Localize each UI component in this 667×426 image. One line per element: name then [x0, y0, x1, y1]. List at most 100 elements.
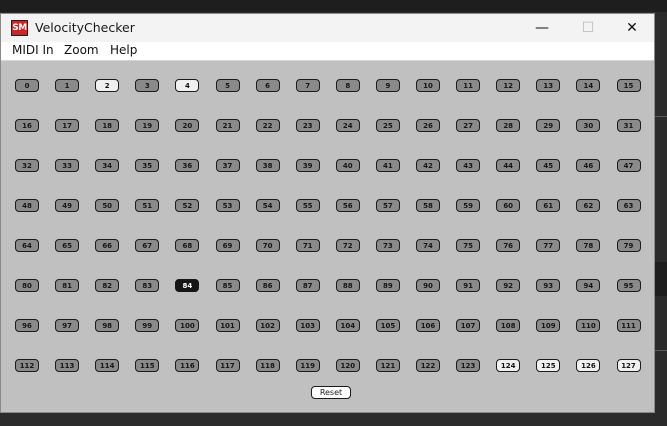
velocity-button-22[interactable]: 22 [255, 119, 280, 132]
velocity-button-70[interactable]: 70 [255, 239, 280, 252]
menu-zoom[interactable]: Zoom [64, 43, 99, 57]
velocity-button-39[interactable]: 39 [295, 159, 320, 172]
velocity-button-25[interactable]: 25 [375, 119, 400, 132]
velocity-button-30[interactable]: 30 [576, 119, 601, 132]
velocity-button-65[interactable]: 65 [55, 239, 80, 252]
velocity-button-44[interactable]: 44 [496, 159, 521, 172]
velocity-button-100[interactable]: 100 [175, 319, 200, 332]
velocity-button-127[interactable]: 127 [616, 359, 641, 372]
velocity-button-98[interactable]: 98 [95, 319, 120, 332]
velocity-button-71[interactable]: 71 [295, 239, 320, 252]
velocity-button-114[interactable]: 114 [95, 359, 120, 372]
velocity-button-99[interactable]: 99 [135, 319, 160, 332]
velocity-button-6[interactable]: 6 [255, 79, 280, 92]
velocity-button-86[interactable]: 86 [255, 279, 280, 292]
velocity-button-15[interactable]: 15 [616, 79, 641, 92]
velocity-button-91[interactable]: 91 [456, 279, 481, 292]
velocity-button-58[interactable]: 58 [416, 199, 440, 212]
velocity-button-36[interactable]: 36 [175, 159, 200, 172]
velocity-button-61[interactable]: 61 [536, 199, 561, 212]
velocity-button-2[interactable]: 2 [95, 79, 120, 92]
menu-midi-in[interactable]: MIDI In [12, 43, 54, 57]
velocity-button-78[interactable]: 78 [576, 239, 601, 252]
velocity-button-32[interactable]: 32 [15, 159, 39, 172]
velocity-button-12[interactable]: 12 [496, 79, 521, 92]
velocity-button-9[interactable]: 9 [375, 79, 400, 92]
velocity-button-50[interactable]: 50 [95, 199, 120, 212]
velocity-button-7[interactable]: 7 [295, 79, 320, 92]
velocity-button-10[interactable]: 10 [416, 79, 440, 92]
velocity-button-85[interactable]: 85 [215, 279, 240, 292]
velocity-button-81[interactable]: 81 [55, 279, 80, 292]
reset-button[interactable]: Reset [311, 386, 351, 399]
velocity-button-94[interactable]: 94 [576, 279, 601, 292]
velocity-button-59[interactable]: 59 [456, 199, 481, 212]
velocity-button-88[interactable]: 88 [335, 279, 360, 292]
velocity-button-28[interactable]: 28 [496, 119, 521, 132]
velocity-button-21[interactable]: 21 [215, 119, 240, 132]
velocity-button-33[interactable]: 33 [55, 159, 80, 172]
velocity-button-14[interactable]: 14 [576, 79, 601, 92]
velocity-button-82[interactable]: 82 [95, 279, 120, 292]
velocity-button-69[interactable]: 69 [215, 239, 240, 252]
velocity-button-60[interactable]: 60 [496, 199, 521, 212]
velocity-button-1[interactable]: 1 [55, 79, 80, 92]
close-button[interactable]: ✕ [609, 14, 654, 42]
velocity-button-40[interactable]: 40 [335, 159, 360, 172]
velocity-button-80[interactable]: 80 [15, 279, 39, 292]
velocity-button-62[interactable]: 62 [576, 199, 601, 212]
velocity-button-34[interactable]: 34 [95, 159, 120, 172]
velocity-button-120[interactable]: 120 [335, 359, 360, 372]
velocity-button-23[interactable]: 23 [295, 119, 320, 132]
velocity-button-38[interactable]: 38 [255, 159, 280, 172]
velocity-button-51[interactable]: 51 [135, 199, 160, 212]
velocity-button-42[interactable]: 42 [416, 159, 440, 172]
velocity-button-19[interactable]: 19 [135, 119, 160, 132]
velocity-button-48[interactable]: 48 [15, 199, 39, 212]
velocity-button-97[interactable]: 97 [55, 319, 80, 332]
velocity-button-92[interactable]: 92 [496, 279, 521, 292]
velocity-button-77[interactable]: 77 [536, 239, 561, 252]
velocity-button-76[interactable]: 76 [496, 239, 521, 252]
velocity-button-20[interactable]: 20 [175, 119, 200, 132]
velocity-button-5[interactable]: 5 [215, 79, 240, 92]
velocity-button-122[interactable]: 122 [416, 359, 440, 372]
velocity-button-106[interactable]: 106 [416, 319, 440, 332]
velocity-button-31[interactable]: 31 [616, 119, 641, 132]
velocity-button-109[interactable]: 109 [536, 319, 561, 332]
velocity-button-49[interactable]: 49 [55, 199, 80, 212]
velocity-button-102[interactable]: 102 [255, 319, 280, 332]
velocity-button-27[interactable]: 27 [456, 119, 481, 132]
velocity-button-67[interactable]: 67 [135, 239, 160, 252]
velocity-button-93[interactable]: 93 [536, 279, 561, 292]
velocity-button-111[interactable]: 111 [616, 319, 641, 332]
velocity-button-118[interactable]: 118 [255, 359, 280, 372]
maximize-button[interactable]: ☐ [565, 14, 611, 42]
velocity-button-112[interactable]: 112 [15, 359, 39, 372]
velocity-button-83[interactable]: 83 [135, 279, 160, 292]
velocity-button-56[interactable]: 56 [335, 199, 360, 212]
velocity-button-8[interactable]: 8 [335, 79, 360, 92]
velocity-button-24[interactable]: 24 [335, 119, 360, 132]
velocity-button-123[interactable]: 123 [456, 359, 481, 372]
velocity-button-64[interactable]: 64 [15, 239, 39, 252]
velocity-button-73[interactable]: 73 [375, 239, 400, 252]
velocity-button-4[interactable]: 4 [175, 79, 200, 92]
velocity-button-17[interactable]: 17 [55, 119, 80, 132]
velocity-button-116[interactable]: 116 [175, 359, 200, 372]
velocity-button-54[interactable]: 54 [255, 199, 280, 212]
velocity-button-45[interactable]: 45 [536, 159, 561, 172]
velocity-button-107[interactable]: 107 [456, 319, 481, 332]
velocity-button-125[interactable]: 125 [536, 359, 561, 372]
velocity-button-113[interactable]: 113 [55, 359, 80, 372]
velocity-button-119[interactable]: 119 [295, 359, 320, 372]
velocity-button-95[interactable]: 95 [616, 279, 641, 292]
velocity-button-101[interactable]: 101 [215, 319, 240, 332]
velocity-button-18[interactable]: 18 [95, 119, 120, 132]
velocity-button-124[interactable]: 124 [496, 359, 521, 372]
velocity-button-47[interactable]: 47 [616, 159, 641, 172]
velocity-button-115[interactable]: 115 [135, 359, 160, 372]
velocity-button-46[interactable]: 46 [576, 159, 601, 172]
velocity-button-26[interactable]: 26 [416, 119, 440, 132]
title-bar[interactable]: SM VelocityChecker — ☐ ✕ [1, 14, 654, 42]
